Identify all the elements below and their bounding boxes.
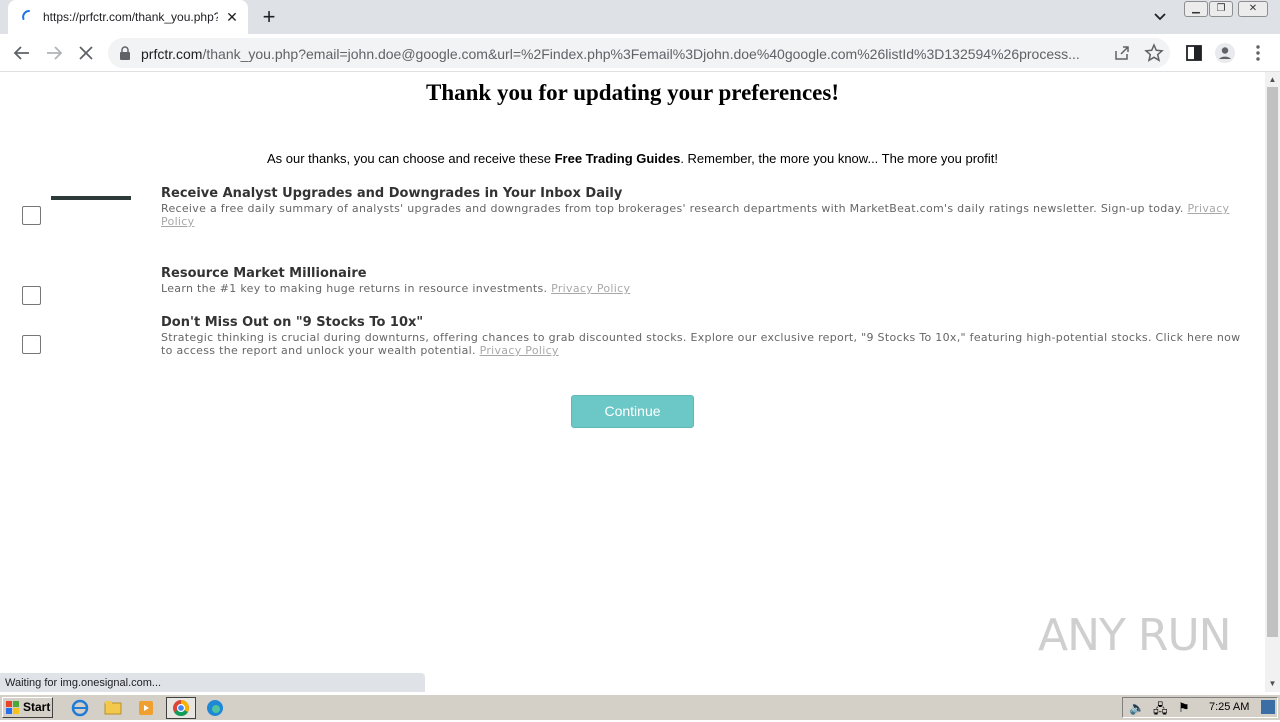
stop-loading-icon[interactable] xyxy=(75,42,97,64)
forward-arrow-icon[interactable] xyxy=(43,42,65,64)
close-window-button[interactable]: ✕ xyxy=(1238,1,1268,17)
offer-checkbox-resource[interactable] xyxy=(22,286,41,305)
offer-title-resource: Resource Market Millionaire xyxy=(161,266,367,281)
intro-text: As our thanks, you can choose and receiv… xyxy=(0,151,1265,166)
intro-bold: Free Trading Guides xyxy=(554,151,681,166)
address-bar[interactable]: prfctr.com/thank_you.php?email=john.doe@… xyxy=(108,38,1170,68)
volume-icon[interactable]: 🔈 xyxy=(1129,700,1145,716)
action-center-flag-icon[interactable]: ⚑ xyxy=(1178,700,1190,716)
share-icon[interactable] xyxy=(1111,42,1133,64)
media-player-icon[interactable] xyxy=(135,698,157,718)
page-title: Thank you for updating your preferences! xyxy=(426,80,839,105)
browser-tab[interactable]: https://prfctr.com/thank_you.php?e ✕ xyxy=(8,0,248,34)
scroll-up-arrow-icon[interactable]: ▲ xyxy=(1268,75,1277,84)
file-explorer-icon[interactable] xyxy=(102,698,124,718)
side-panel-icon[interactable] xyxy=(1183,42,1205,64)
offer-title-stocks: Don't Miss Out on "9 Stocks To 10x" xyxy=(161,315,424,330)
back-arrow-icon[interactable] xyxy=(11,42,33,64)
lock-icon[interactable] xyxy=(119,46,131,60)
privacy-policy-link[interactable]: Privacy Policy xyxy=(551,282,630,295)
show-desktop-icon[interactable] xyxy=(1261,700,1275,714)
minimize-window-button[interactable]: ▁ xyxy=(1184,1,1208,17)
start-label: Start xyxy=(23,700,51,714)
taskbar-clock[interactable]: 7:25 AM xyxy=(1209,701,1249,713)
profile-avatar-icon[interactable] xyxy=(1214,42,1236,64)
offer-checkbox-stocks[interactable] xyxy=(22,335,41,354)
start-button[interactable]: Start xyxy=(2,697,53,718)
menu-kebab-icon[interactable] xyxy=(1247,42,1269,64)
page-scrollbar[interactable]: ▲ ▼ xyxy=(1265,72,1280,692)
internet-explorer-icon[interactable] xyxy=(69,698,91,718)
offer-description-stocks: Strategic thinking is crucial during dow… xyxy=(161,331,1241,357)
new-tab-plus-icon[interactable]: + xyxy=(258,6,280,28)
url-path: /thank_you.php?email=john.doe@google.com… xyxy=(202,46,1080,62)
network-icon[interactable]: 🖧 xyxy=(1153,700,1168,722)
restore-window-button[interactable]: ❐ xyxy=(1209,1,1233,17)
tab-search-chevron-icon[interactable] xyxy=(1150,8,1170,26)
chrome-taskbar-icon[interactable] xyxy=(166,697,196,719)
offer-description-text: Learn the #1 key to making huge returns … xyxy=(161,282,552,295)
tab-title: https://prfctr.com/thank_you.php?e xyxy=(43,10,218,24)
continue-button[interactable]: Continue xyxy=(571,395,694,428)
bookmark-star-icon[interactable] xyxy=(1143,42,1165,64)
offer-title-analyst: Receive Analyst Upgrades and Downgrades … xyxy=(161,186,623,201)
status-bubble: Waiting for img.onesignal.com... xyxy=(0,673,425,692)
windows-logo-icon xyxy=(6,701,19,714)
url-text[interactable]: prfctr.com/thank_you.php?email=john.doe@… xyxy=(141,46,1101,62)
tab-close-icon[interactable]: ✕ xyxy=(224,9,240,25)
edge-icon[interactable] xyxy=(204,698,226,718)
loading-spinner-icon xyxy=(22,10,30,20)
scroll-thumb[interactable] xyxy=(1267,87,1278,637)
offer-image-analyst xyxy=(51,196,131,200)
offer-description-text: Receive a free daily summary of analysts… xyxy=(161,202,1188,215)
offer-description-analyst: Receive a free daily summary of analysts… xyxy=(161,202,1241,228)
browser-toolbar: prfctr.com/thank_you.php?email=john.doe@… xyxy=(0,34,1280,72)
intro-after: . Remember, the more you know... The mor… xyxy=(680,151,998,166)
offer-description-text: Strategic thinking is crucial during dow… xyxy=(161,331,1241,357)
offer-description-resource: Learn the #1 key to making huge returns … xyxy=(161,282,1241,295)
tab-strip: https://prfctr.com/thank_you.php?e ✕ + ▁… xyxy=(0,0,1280,34)
system-tray: 🔈 🖧 ⚑ 7:25 AM xyxy=(1122,697,1278,718)
privacy-policy-link[interactable]: Privacy Policy xyxy=(480,344,559,357)
url-host: prfctr.com xyxy=(141,46,203,62)
windows-taskbar: Start 🔈 🖧 ⚑ 7:25 AM xyxy=(0,694,1280,720)
offer-checkbox-analyst[interactable] xyxy=(22,206,41,225)
intro-before: As our thanks, you can choose and receiv… xyxy=(266,151,555,166)
scroll-down-arrow-icon[interactable]: ▼ xyxy=(1268,679,1277,688)
page-content: Thank you for updating your preferences!… xyxy=(0,72,1265,692)
anyrun-watermark: ANY RUN xyxy=(1038,610,1232,661)
